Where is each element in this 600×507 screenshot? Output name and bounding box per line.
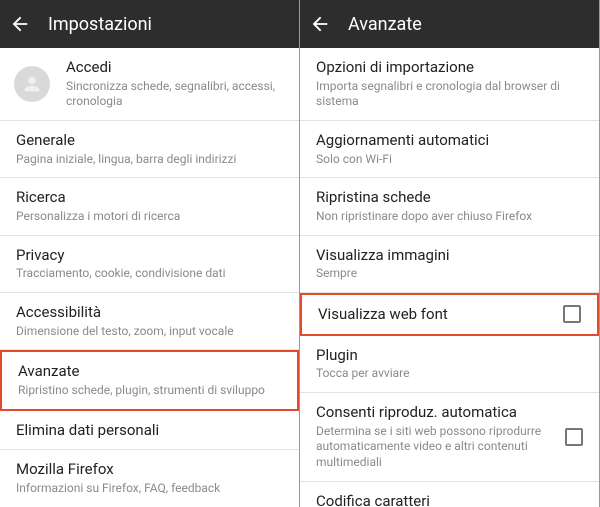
row-ricerca[interactable]: Ricerca Personalizza i motori di ricerca <box>0 178 299 235</box>
row-plugin[interactable]: Plugin Tocca per avviare <box>300 336 599 393</box>
row-sub: Ripristino schede, plugin, strumenti di … <box>18 383 281 399</box>
row-import-options[interactable]: Opzioni di importazione Importa segnalib… <box>300 48 599 121</box>
row-title: Consenti riproduz. automatica <box>316 403 555 422</box>
row-avanzate[interactable]: Avanzate Ripristino schede, plugin, stru… <box>0 350 299 410</box>
row-accedi[interactable]: Accedi Sincronizza schede, segnalibri, a… <box>0 48 299 121</box>
row-title: Plugin <box>316 346 583 365</box>
advanced-list: Opzioni di importazione Importa segnalib… <box>300 48 599 507</box>
row-sub: Dimensione del testo, zoom, input vocale <box>16 324 283 340</box>
settings-title: Impostazioni <box>48 14 152 35</box>
row-mozilla-firefox[interactable]: Mozilla Firefox Informazioni su Firefox,… <box>0 450 299 506</box>
row-title: Visualizza immagini <box>316 246 583 265</box>
row-sub: Importa segnalibri e cronologia dal brow… <box>316 79 583 110</box>
row-title: Opzioni di importazione <box>316 58 583 77</box>
row-title: Avanzate <box>18 362 281 381</box>
row-web-font[interactable]: Visualizza web font <box>300 293 599 336</box>
row-title: Accessibilità <box>16 303 283 322</box>
row-autoplay[interactable]: Consenti riproduz. automatica Determina … <box>300 393 599 482</box>
settings-list: Accedi Sincronizza schede, segnalibri, a… <box>0 48 299 507</box>
settings-header: Impostazioni <box>0 0 299 48</box>
row-char-encoding[interactable]: Codifica caratteri Non visualizzare menu <box>300 482 599 507</box>
row-title: Mozilla Firefox <box>16 460 283 479</box>
row-generale[interactable]: Generale Pagina iniziale, lingua, barra … <box>0 121 299 178</box>
row-title: Privacy <box>16 246 283 265</box>
row-sub: Informazioni su Firefox, FAQ, feedback <box>16 481 283 497</box>
row-privacy[interactable]: Privacy Tracciamento, cookie, condivisio… <box>0 236 299 293</box>
advanced-title: Avanzate <box>348 14 422 35</box>
row-auto-update[interactable]: Aggiornamenti automatici Solo con Wi-Fi <box>300 121 599 178</box>
row-title: Generale <box>16 131 283 150</box>
web-font-checkbox[interactable] <box>563 305 581 323</box>
advanced-header: Avanzate <box>300 0 599 48</box>
advanced-pane: Avanzate Opzioni di importazione Importa… <box>300 0 600 507</box>
row-title: Ricerca <box>16 188 283 207</box>
row-show-images[interactable]: Visualizza immagini Sempre <box>300 236 599 293</box>
person-icon <box>14 66 50 102</box>
row-sub: Tracciamento, cookie, condivisione dati <box>16 266 283 282</box>
back-icon[interactable] <box>8 12 32 36</box>
row-elimina-dati[interactable]: Elimina dati personali <box>0 411 299 451</box>
row-title: Aggiornamenti automatici <box>316 131 583 150</box>
back-icon[interactable] <box>308 12 332 36</box>
row-sub: Pagina iniziale, lingua, barra degli ind… <box>16 152 283 168</box>
row-title: Elimina dati personali <box>16 421 283 440</box>
row-sub: Sempre <box>316 266 583 282</box>
row-sub: Sincronizza schede, segnalibri, accessi,… <box>66 79 283 110</box>
row-sub: Personalizza i motori di ricerca <box>16 209 283 225</box>
autoplay-checkbox[interactable] <box>565 428 583 446</box>
settings-pane: Impostazioni Accedi Sincronizza schede, … <box>0 0 300 507</box>
row-title: Ripristina schede <box>316 188 583 207</box>
row-sub: Tocca per avviare <box>316 366 583 382</box>
row-restore-tabs[interactable]: Ripristina schede Non ripristinare dopo … <box>300 178 599 235</box>
row-sub: Solo con Wi-Fi <box>316 152 583 168</box>
row-title: Codifica caratteri <box>316 492 583 507</box>
row-sub: Determina se i siti web possono riprodur… <box>316 424 555 471</box>
row-title: Accedi <box>66 58 283 77</box>
row-sub: Non ripristinare dopo aver chiuso Firefo… <box>316 209 583 225</box>
row-title: Visualizza web font <box>318 305 553 324</box>
row-accessibilita[interactable]: Accessibilità Dimensione del testo, zoom… <box>0 293 299 350</box>
